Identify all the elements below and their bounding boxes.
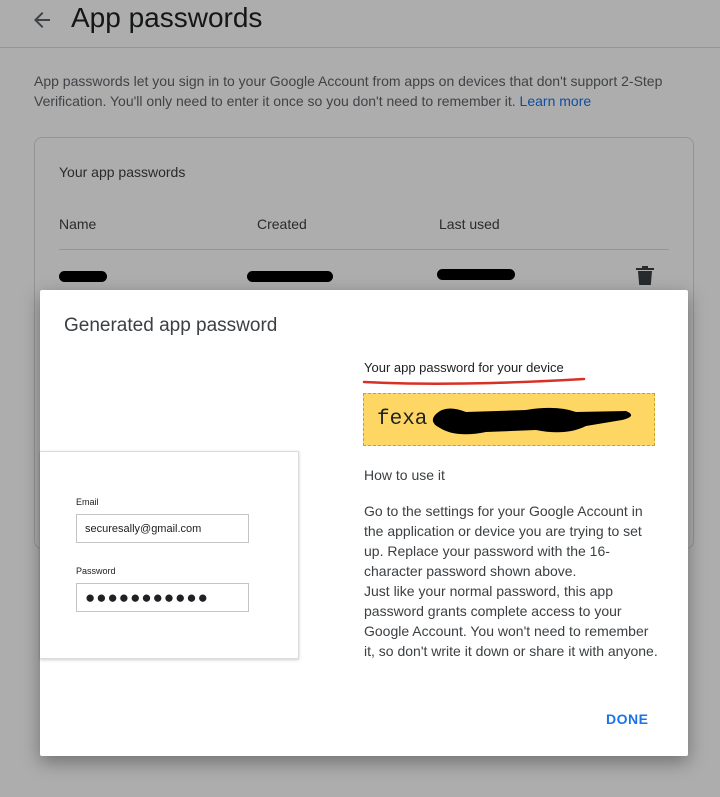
- dialog-title: Generated app password: [64, 315, 278, 336]
- how-to-use-paragraph-2: Just like your normal password, this app…: [364, 583, 658, 659]
- password-heading: Your app password for your device: [364, 360, 564, 375]
- done-button[interactable]: DONE: [606, 711, 648, 727]
- app-password-box: fexa: [363, 393, 655, 446]
- how-to-use-paragraph-1: Go to the settings for your Google Accou…: [364, 503, 643, 579]
- annotation-underline: [362, 377, 586, 385]
- device-illustration: Email securesally@gmail.com Password ●●●…: [40, 451, 299, 659]
- mock-email-label: Email: [76, 497, 99, 507]
- password-redaction: [432, 407, 632, 435]
- app-password-text: fexa: [377, 408, 428, 431]
- mock-password-field: ●●●●●●●●●●●: [76, 583, 249, 612]
- generated-password-dialog: Generated app password Email securesally…: [40, 290, 688, 756]
- mock-password-label: Password: [76, 566, 116, 576]
- mock-email-field: securesally@gmail.com: [76, 514, 249, 543]
- how-to-use-title: How to use it: [364, 467, 445, 483]
- how-to-use-text: Go to the settings for your Google Accou…: [364, 501, 660, 661]
